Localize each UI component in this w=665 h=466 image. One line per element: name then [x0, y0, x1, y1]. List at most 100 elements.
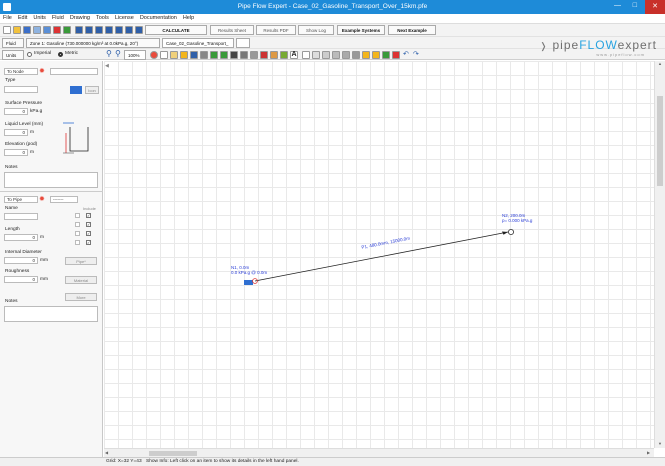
menu-tools[interactable]: Tools	[93, 14, 112, 22]
results-pdf-button[interactable]: Results PDF	[256, 25, 296, 35]
grid-icon[interactable]	[382, 51, 390, 59]
menu-drawing[interactable]: Drawing	[67, 14, 93, 22]
cut-icon[interactable]	[312, 51, 320, 59]
pipe-data-button[interactable]: Pipe*	[65, 257, 97, 265]
copy-icon[interactable]	[322, 51, 330, 59]
node-n1-label[interactable]: N1, 0.0m 0.0 kPa.g @ 0.0m	[231, 265, 267, 275]
length-input[interactable]: 0	[4, 234, 38, 241]
metric-radio[interactable]	[58, 52, 63, 57]
fluid-zone-select[interactable]: Zone 1: Gasoline (730.000000 kg/m³ at 0.…	[26, 38, 160, 48]
icon-button[interactable]: Icon	[85, 86, 99, 94]
results-sheet-button[interactable]: Results Sheet	[210, 25, 254, 35]
horizontal-scrollbar[interactable]: ◀ ▶	[104, 448, 654, 457]
node-name-field[interactable]	[50, 68, 98, 75]
roughness-input[interactable]: 0	[4, 276, 38, 283]
zoom-select[interactable]: 100%	[124, 50, 146, 60]
shape-icon[interactable]	[280, 51, 288, 59]
include-checkbox-2a[interactable]	[75, 222, 80, 227]
more-button[interactable]: More	[65, 293, 97, 301]
scroll-down-icon[interactable]: ▼	[658, 441, 662, 446]
table-icon-2[interactable]	[85, 26, 93, 34]
node-type-select[interactable]	[4, 86, 38, 93]
redo-icon[interactable]: ↷	[413, 50, 419, 58]
example-systems-button[interactable]: Example Systems	[337, 25, 385, 35]
drawing-canvas[interactable]: ◀ N1, 0.0m 0.0 kPa.g @ 0.0m N2, 200.0m p…	[104, 61, 654, 448]
tank-icon[interactable]	[190, 51, 198, 59]
component-icon[interactable]	[250, 51, 258, 59]
fitting-icon[interactable]	[240, 51, 248, 59]
surface-pressure-input[interactable]: 0	[4, 108, 28, 115]
pipe-selector[interactable]: To Pipe	[4, 196, 38, 203]
minimize-icon[interactable]: —	[614, 2, 621, 9]
include-checkbox-2b[interactable]: ✓	[86, 222, 91, 227]
maximize-icon[interactable]: □	[633, 2, 637, 9]
include-checkbox-1b[interactable]: ✓	[86, 213, 91, 218]
imperial-radio[interactable]	[27, 52, 32, 57]
next-example-button[interactable]: Next Example	[388, 25, 436, 35]
units-button[interactable]: Units	[2, 50, 24, 60]
stop-icon[interactable]	[53, 26, 61, 34]
node-notes-textarea[interactable]	[4, 172, 98, 188]
horizontal-scroll-thumb[interactable]	[149, 451, 197, 456]
open-folder-icon[interactable]	[13, 26, 21, 34]
rectangle-icon[interactable]	[302, 51, 310, 59]
table-icon-3[interactable]	[95, 26, 103, 34]
pan-hand-icon[interactable]	[170, 51, 178, 59]
liquid-level-input[interactable]: 0	[4, 129, 28, 136]
find-icon[interactable]	[352, 51, 360, 59]
node-target-icon[interactable]: ✹	[39, 67, 45, 75]
print-icon[interactable]	[43, 26, 51, 34]
save-as-icon[interactable]	[33, 26, 41, 34]
highlight-icon[interactable]	[362, 51, 370, 59]
include-checkbox-3b[interactable]: ✓	[86, 231, 91, 236]
flip-icon[interactable]	[342, 51, 350, 59]
scroll-left-icon[interactable]: ◀	[105, 450, 108, 455]
vertical-scrollbar[interactable]: ▲ ▼	[654, 61, 665, 448]
tab-case-02[interactable]: Case_02_Gasoline_Transport_	[162, 38, 234, 48]
valve-icon[interactable]	[230, 51, 238, 59]
include-checkbox-1a[interactable]	[75, 213, 80, 218]
table-icon-7[interactable]	[135, 26, 143, 34]
text-tool-icon[interactable]: A	[290, 51, 298, 59]
new-tab-icon[interactable]	[236, 38, 250, 48]
menu-license[interactable]: License	[112, 14, 137, 22]
material-button[interactable]: Material	[65, 276, 97, 284]
undo-icon[interactable]: ↶	[403, 50, 409, 58]
zoom-in-icon[interactable]: ⚲	[115, 49, 121, 58]
show-log-button[interactable]: Show Log	[298, 25, 334, 35]
paint-icon[interactable]	[270, 51, 278, 59]
zoom-out-icon[interactable]: ⚲	[106, 49, 112, 58]
menu-fluid[interactable]: Fluid	[49, 14, 67, 22]
menu-help[interactable]: Help	[180, 14, 197, 22]
scroll-up-icon[interactable]: ▲	[658, 61, 662, 66]
table-icon-6[interactable]	[125, 26, 133, 34]
scroll-right-icon[interactable]: ▶	[647, 450, 650, 455]
node-n2-label[interactable]: N2, 200.0m p= 0.000 kPa.g	[502, 213, 532, 223]
internal-diameter-input[interactable]: 0	[4, 257, 38, 264]
pointer-icon[interactable]	[160, 51, 168, 59]
control-icon[interactable]	[260, 51, 268, 59]
demand-icon[interactable]	[210, 51, 218, 59]
menu-file[interactable]: File	[0, 14, 15, 22]
table-icon-1[interactable]	[75, 26, 83, 34]
flow-icon[interactable]	[372, 51, 380, 59]
menu-units[interactable]: Units	[30, 14, 49, 22]
join-pipe-icon[interactable]	[180, 51, 188, 59]
refresh-icon[interactable]	[63, 26, 71, 34]
pump-icon[interactable]	[200, 51, 208, 59]
menu-documentation[interactable]: Documentation	[137, 14, 180, 22]
line-icon[interactable]	[220, 51, 228, 59]
paste-icon[interactable]	[332, 51, 340, 59]
pipe-target-icon[interactable]: ✹	[39, 195, 45, 203]
menu-edit[interactable]: Edit	[15, 14, 30, 22]
pipe-name-input[interactable]	[4, 213, 38, 220]
include-checkbox-4a[interactable]	[75, 240, 80, 245]
save-icon[interactable]	[23, 26, 31, 34]
add-node-icon[interactable]	[150, 51, 158, 59]
calculate-button[interactable]: CALCULATE	[145, 25, 207, 35]
close-icon[interactable]: ✕	[645, 0, 665, 14]
pipe-style-select[interactable]: -------	[50, 196, 78, 203]
delete-icon[interactable]	[392, 51, 400, 59]
node-selector[interactable]: To Node	[4, 68, 38, 75]
table-icon-5[interactable]	[115, 26, 123, 34]
